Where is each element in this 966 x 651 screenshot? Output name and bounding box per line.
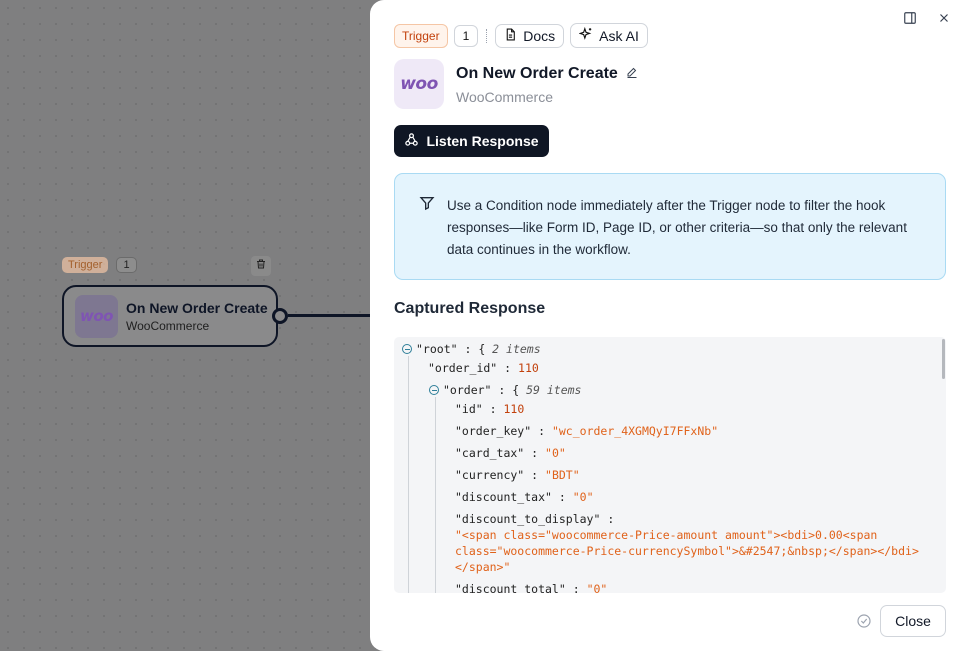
node-title: On New Order Create [126, 299, 268, 316]
node-delete-button[interactable] [251, 256, 271, 276]
close-icon[interactable] [936, 10, 952, 26]
json-row: "currency" : "BDT" [455, 468, 580, 482]
sparkle-icon [578, 26, 593, 44]
count-badge: 1 [453, 24, 479, 47]
check-circle-icon [856, 613, 872, 629]
docs-label: Docs [523, 27, 556, 44]
webhook-icon [404, 132, 419, 150]
json-viewer[interactable]: "root" : { 2 items "order_id" : 110 "ord… [394, 337, 946, 593]
trigger-badge: Trigger [394, 23, 448, 48]
info-callout: Use a Condition node immediately after t… [394, 173, 946, 280]
docs-button[interactable]: Docs [495, 23, 565, 48]
node-edge [288, 314, 372, 317]
node-title-row: On New Order Create [456, 65, 638, 83]
node-title: On New Order Create [456, 65, 618, 82]
json-string-line: class="woocommerce-Price-currencySymbol"… [455, 544, 919, 558]
node-woo-logo: woo [75, 294, 118, 338]
trash-icon [255, 257, 267, 275]
node-meta: Trigger 1 [62, 257, 137, 273]
json-row: "order_id" : 110 [428, 361, 539, 375]
captured-response-title: Captured Response [394, 300, 546, 317]
json-string-line: "<span class="woocommerce-Price-amount a… [455, 528, 878, 542]
listen-response-label: Listen Response [426, 133, 539, 149]
json-row: "discount_total" : "0" [455, 582, 608, 593]
node-header: woo On New Order Create WooCommerce [394, 59, 638, 109]
close-button[interactable]: Close [880, 605, 946, 637]
json-row: "discount_to_display" : [455, 512, 615, 526]
badge-divider [486, 28, 488, 43]
ask-ai-button[interactable]: Ask AI [570, 23, 648, 48]
panel-top-actions [902, 10, 952, 26]
listen-response-button[interactable]: Listen Response [394, 125, 549, 157]
tree-guide [408, 356, 409, 593]
node-subtitle: WooCommerce [126, 318, 210, 333]
json-scrollbar[interactable] [941, 337, 946, 593]
json-row: "discount_tax" : "0" [455, 490, 594, 504]
json-row-order[interactable]: "order" : { 59 items [429, 383, 581, 397]
info-text: Use a Condition node immediately after t… [447, 198, 907, 257]
document-icon [504, 28, 517, 44]
node-output-port[interactable] [272, 308, 288, 324]
node-config-panel: Trigger 1 Docs Ask AI woo On New Order C… [370, 0, 966, 651]
node-trigger-chip: Trigger [62, 257, 109, 273]
sidebar-toggle-icon[interactable] [902, 10, 918, 26]
woocommerce-logo: woo [394, 59, 444, 109]
json-string-line: </span>" [455, 560, 511, 574]
node-subtitle: WooCommerce [456, 89, 553, 105]
collapse-icon[interactable] [429, 385, 439, 395]
node-count-chip: 1 [116, 257, 137, 273]
json-row-root[interactable]: "root" : { 2 items [402, 342, 541, 356]
tree-guide [435, 397, 436, 593]
collapse-icon[interactable] [402, 344, 412, 354]
filter-icon [419, 195, 435, 216]
json-row: "card_tax" : "0" [455, 446, 566, 460]
json-row: "id" : 110 [455, 402, 525, 416]
scroll-thumb[interactable] [942, 339, 945, 379]
pencil-icon[interactable] [626, 65, 638, 83]
logo-text: woo [400, 74, 438, 94]
badge-row: Trigger 1 Docs Ask AI [394, 23, 648, 48]
workflow-node-trigger[interactable]: woo On New Order Create WooCommerce [62, 285, 278, 347]
node-logo-text: woo [80, 307, 113, 325]
json-row: "order_key" : "wc_order_4XGMQyI7FFxNb" [455, 424, 719, 438]
ask-ai-label: Ask AI [599, 27, 639, 44]
